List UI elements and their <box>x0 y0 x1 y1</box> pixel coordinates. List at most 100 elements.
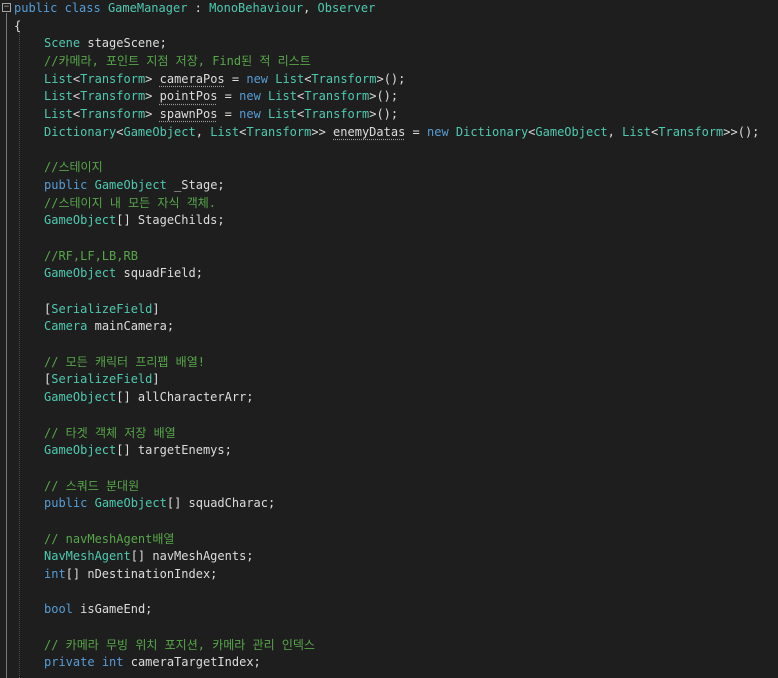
type-name: Camera <box>44 319 88 334</box>
code-line-stage-childs[interactable]: GameObject[] StageChilds; <box>14 212 778 230</box>
operator: = <box>231 71 240 86</box>
type-name: Transform <box>80 89 146 104</box>
code-line-blank[interactable] <box>14 584 778 602</box>
field-decl: stageScene; <box>87 36 167 51</box>
type-name: NavMeshAgent <box>44 549 131 564</box>
code-line-nav-agents[interactable]: NavMeshAgent[] navMeshAgents; <box>14 548 778 566</box>
code-line-camera-pos[interactable]: List<Transform> cameraPos = new List<Tra… <box>14 71 778 89</box>
operator: = <box>224 107 232 122</box>
code-line-game-end[interactable]: bool isGameEnd; <box>14 601 778 619</box>
statement-end: (); <box>376 107 399 122</box>
attribute-name: SerializeField <box>51 372 153 387</box>
code-line-blank[interactable] <box>14 336 778 354</box>
collapse-icon[interactable]: − <box>2 3 11 12</box>
code-line-spawn-pos[interactable]: List<Transform> spawnPos = new List<Tran… <box>14 106 778 124</box>
type-name: GameObject <box>535 124 608 139</box>
code-line-blank[interactable] <box>14 407 778 425</box>
code-editor[interactable]: − public class GameManager : MonoBehavio… <box>0 0 778 678</box>
comma: , <box>303 1 311 15</box>
code-line-comment[interactable]: // 타겟 객체 저장 배열 <box>14 425 778 443</box>
code-line-comment[interactable]: // 스쿼드 분대원 <box>14 478 778 496</box>
comment-text: // 모든 캐릭터 프리팹 배열! <box>44 354 205 369</box>
keyword-public: public <box>14 1 58 15</box>
keyword-private: private <box>44 655 95 670</box>
field-decl: cameraTargetIndex; <box>130 655 261 670</box>
type-name: GameObject <box>123 124 196 139</box>
code-line-blank[interactable] <box>14 460 778 478</box>
bracket: ] <box>152 372 160 387</box>
code-line-squad-charac[interactable]: public GameObject[] squadCharac; <box>14 495 778 513</box>
field-name: cameraPos <box>159 71 225 86</box>
type-name: Dictionary <box>44 124 117 139</box>
code-line-enemy-datas[interactable]: Dictionary<GameObject, List<Transform>> … <box>14 124 778 142</box>
open-brace: { <box>14 18 22 33</box>
operator: = <box>224 89 232 104</box>
field-decl: [] navMeshAgents; <box>130 549 254 564</box>
keyword-new: new <box>239 89 261 104</box>
comment-text: // navMeshAgent배열 <box>44 531 175 546</box>
code-line-blank[interactable] <box>14 513 778 531</box>
code-line-point-pos[interactable]: List<Transform> pointPos = new List<Tran… <box>14 88 778 106</box>
code-line-blank[interactable] <box>14 619 778 637</box>
type-name: List <box>44 107 73 122</box>
code-line-comment[interactable]: // 카메라 무빙 위치 포지션, 카메라 관리 인덱스 <box>14 637 778 655</box>
statement-end: (); <box>383 71 406 86</box>
comment-text: //RF,LF,LB,RB <box>44 248 138 263</box>
keyword-new: new <box>239 107 261 122</box>
code-line-dest-index[interactable]: int[] nDestinationIndex; <box>14 566 778 584</box>
type-name: Scene <box>44 36 81 51</box>
type-name: Transform <box>80 71 146 86</box>
code-line-all-chars[interactable]: GameObject[] allCharacterArr; <box>14 389 778 407</box>
bracket: ] <box>152 301 160 316</box>
code-line-squad-field[interactable]: GameObject squadField; <box>14 265 778 283</box>
field-decl: [] StageChilds; <box>116 213 225 228</box>
keyword-int: int <box>101 655 124 670</box>
code-line-class-declaration[interactable]: public class GameManager : MonoBehaviour… <box>14 0 778 18</box>
comment-text: // 스쿼드 분대원 <box>44 478 140 493</box>
field-name: pointPos <box>159 89 218 104</box>
comment-text: //카메라, 포인트 지점 저장, Find된 적 리스트 <box>44 54 311 69</box>
type-name: List <box>275 71 305 86</box>
code-line-blank[interactable] <box>14 230 778 248</box>
code-line-comment[interactable]: //스테이지 <box>14 159 778 177</box>
field-decl: [] allCharacterArr; <box>116 390 254 405</box>
type-name: Transform <box>80 107 146 122</box>
code-line-stage-scene[interactable]: Scene stageScene; <box>14 35 778 53</box>
type-name: List <box>622 124 652 139</box>
interface-name: Observer <box>317 1 376 15</box>
code-line-comment[interactable]: //RF,LF,LB,RB <box>14 248 778 266</box>
keyword-public: public <box>44 177 88 192</box>
code-line-target-enemys[interactable]: GameObject[] targetEnemys; <box>14 442 778 460</box>
code-line-comment[interactable]: // navMeshAgent배열 <box>14 531 778 549</box>
code-area[interactable]: public class GameManager : MonoBehaviour… <box>14 0 778 672</box>
base-class: MonoBehaviour <box>209 1 304 15</box>
code-line-blank[interactable] <box>14 142 778 160</box>
comment-text: // 타겟 객체 저장 배열 <box>44 425 176 440</box>
code-line-camera-target[interactable]: private int cameraTargetIndex; <box>14 654 778 672</box>
type-name: GameObject <box>44 443 117 458</box>
comment-text: // 카메라 무빙 위치 포지션, 카메라 관리 인덱스 <box>44 637 315 652</box>
code-line-comment[interactable]: //스테이지 내 모든 자식 객체. <box>14 195 778 213</box>
field-decl: isGameEnd; <box>80 602 153 617</box>
comment-text: //스테이지 내 모든 자식 객체. <box>44 195 217 210</box>
code-line-attribute[interactable]: [SerializeField] <box>14 371 778 389</box>
code-line-comment[interactable]: // 모든 캐릭터 프리팹 배열! <box>14 354 778 372</box>
type-name: List <box>268 89 297 104</box>
fold-region-line <box>6 13 7 678</box>
code-line-comment[interactable]: //카메라, 포인트 지점 저장, Find된 적 리스트 <box>14 53 778 71</box>
field-decl: [] targetEnemys; <box>116 443 232 458</box>
type-name: GameObject <box>44 390 117 405</box>
fold-gutter: − <box>0 0 14 678</box>
code-line-open-brace[interactable]: { <box>14 18 778 36</box>
type-name: GameObject <box>44 213 117 228</box>
code-line-main-camera[interactable]: Camera mainCamera; <box>14 318 778 336</box>
type-name: Transform <box>304 89 370 104</box>
keyword-class: class <box>64 1 101 15</box>
type-name: List <box>268 107 297 122</box>
code-line-attribute[interactable]: [SerializeField] <box>14 301 778 319</box>
keyword-public: public <box>44 496 88 511</box>
field-decl: squadField; <box>123 266 203 281</box>
field-decl: _Stage; <box>174 177 225 192</box>
code-line-stage-field[interactable]: public GameObject _Stage; <box>14 177 778 195</box>
code-line-blank[interactable] <box>14 283 778 301</box>
